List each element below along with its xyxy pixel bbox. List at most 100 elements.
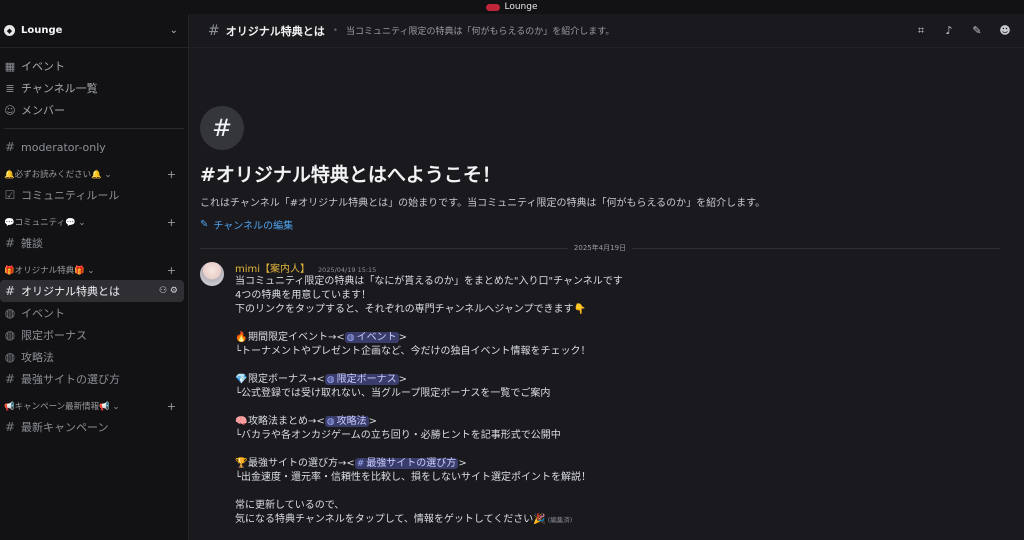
category-label: 💬コミュニティ💬 ⌄ <box>4 218 86 228</box>
channel-mention[interactable]: ◍ 攻略法 <box>324 416 369 427</box>
avatar[interactable] <box>200 262 224 286</box>
date-divider-label: 2025年4月19日 <box>567 243 633 253</box>
edit-channel-link[interactable]: ✎ チャンネルの編集 <box>200 217 1024 232</box>
nav-members-label: メンバー <box>21 104 65 117</box>
mention-label: イベント <box>356 332 397 343</box>
channel-chat[interactable]: # 雑談 <box>0 232 184 254</box>
forum-icon: ◍ <box>346 333 355 343</box>
members-icon: ☺ <box>4 103 16 117</box>
forum-icon: ◍ <box>326 375 335 385</box>
message-line: 気になる特典チャンネルをタップして、情報をゲットしてください🎉 (編集済) <box>235 513 1024 527</box>
add-channel-icon[interactable]: + <box>167 168 176 181</box>
channel-original-benefits-about[interactable]: # オリジナル特典とは ⚇ ⚙ <box>0 280 184 302</box>
channel-label: 限定ボーナス <box>21 329 87 342</box>
chat-main: # オリジナル特典とは • 当コミュニティ限定の特典は「何がもらえるのか」を紹介… <box>190 14 1024 540</box>
notification-muted-icon[interactable]: ♪ <box>942 24 956 38</box>
threads-icon[interactable]: ⌗ <box>914 24 928 38</box>
message-body: mimi【案内人】 2025/04/19 15:15 当コミュニティ限定の特典は… <box>235 260 1024 527</box>
app-logo-icon <box>486 3 501 11</box>
nav-members[interactable]: ☺ メンバー <box>0 99 188 121</box>
window-titlebar: Lounge <box>0 0 1024 14</box>
hash-icon: # <box>208 22 220 39</box>
section-close: > <box>368 416 378 427</box>
message-line: 常に更新しているので、 <box>235 500 345 511</box>
mention-label: 攻略法 <box>336 416 367 427</box>
channel-label: コミュニティルール <box>21 189 120 202</box>
section-title: 💎限定ボーナス→< ◍ 限定ボーナス > <box>235 373 1024 387</box>
channel-sidebar: ◆ Lounge ⌄ ▦ イベント ≣ チャンネル一覧 ☺ メンバー # mod… <box>0 14 189 540</box>
section-title-text: 攻略法まとめ→< <box>248 416 325 427</box>
section-title-text: 期間限定イベント→< <box>248 332 345 343</box>
add-channel-icon[interactable]: + <box>167 264 176 277</box>
section-close: > <box>398 332 408 343</box>
hash-icon: # <box>4 140 16 154</box>
category-label: 🔔必ずお読みください🔔 ⌄ <box>4 170 112 180</box>
channel-header: # オリジナル特典とは • 当コミュニティ限定の特典は「何がもらえるのか」を紹介… <box>190 14 1024 48</box>
channel-hash-avatar-icon: # <box>200 106 244 150</box>
server-name: Lounge <box>21 25 63 36</box>
header-toolbar: ⌗ ♪ ✎ ☻ <box>914 24 1012 38</box>
hash-icon: # <box>4 236 16 250</box>
channel-mention[interactable]: ◍ イベント <box>344 332 399 343</box>
section-detail: └トーナメントやプレゼント企画など、今だけの独自イベント情報をチェック！ <box>235 346 591 357</box>
edit-channel-label: チャンネルの編集 <box>213 221 294 232</box>
calendar-icon: ▦ <box>4 59 16 73</box>
invite-settings-icons[interactable]: ⚇ ⚙ <box>159 286 178 296</box>
channel-best-site[interactable]: # 最強サイトの選び方 <box>0 368 184 390</box>
forum-icon: ◍ <box>4 306 16 320</box>
pin-icon[interactable]: ✎ <box>970 24 984 38</box>
channel-mention[interactable]: ◍ 限定ボーナス <box>324 374 399 385</box>
section-title: 🧠攻略法まとめ→< ◍ 攻略法 > <box>235 415 1024 429</box>
channel-strategy[interactable]: ◍ 攻略法 <box>0 346 184 368</box>
trophy-emoji: 🏆 <box>235 458 248 469</box>
channel-moderator-only[interactable]: # moderator-only <box>0 136 184 158</box>
channel-community-rules[interactable]: ☑ コミュニティルール <box>0 184 184 206</box>
channel-list-icon: ≣ <box>5 81 15 95</box>
category-campaign[interactable]: 📢キャンペーン最新情報📢 ⌄ + <box>0 396 188 416</box>
sidebar-divider <box>4 128 184 129</box>
channel-events[interactable]: ◍ イベント <box>0 302 184 324</box>
message-line: 当コミュニティ限定の特典は「なにが貰えるのか」をまとめた"入り口"チャンネルです <box>235 276 623 287</box>
message[interactable]: mimi【案内人】 2025/04/19 15:15 当コミュニティ限定の特典は… <box>190 254 1024 527</box>
hash-icon: # <box>356 459 365 469</box>
channel-label: イベント <box>21 307 65 320</box>
pencil-icon: ✎ <box>200 219 209 230</box>
category-original-benefits[interactable]: 🎁オリジナル特典🎁 ⌄ + <box>0 260 188 280</box>
channel-limited-bonus[interactable]: ◍ 限定ボーナス <box>0 324 184 346</box>
category-community[interactable]: 💬コミュニティ💬 ⌄ + <box>0 212 188 232</box>
category-label: 📢キャンペーン最新情報📢 ⌄ <box>4 402 120 412</box>
member-list-icon[interactable]: ☻ <box>998 24 1012 38</box>
rules-icon: ☑ <box>4 188 16 202</box>
channel-label: moderator-only <box>21 140 106 154</box>
window-title: Lounge <box>504 2 538 12</box>
section-detail: └出金速度・還元率・信頼性を比較し、損をしないサイト選定ポイントを解説！ <box>235 472 592 483</box>
message-line: 4つの特典を用意しています！ <box>235 290 372 301</box>
section-title: 🔥期間限定イベント→< ◍ イベント > <box>235 331 1024 345</box>
server-header[interactable]: ◆ Lounge ⌄ <box>0 14 188 48</box>
channel-mention[interactable]: # 最強サイトの選び方 <box>354 458 459 469</box>
nav-channel-list[interactable]: ≣ チャンネル一覧 <box>0 77 188 99</box>
header-topic[interactable]: 当コミュニティ限定の特典は「何がもらえるのか」を紹介します。 <box>346 24 914 37</box>
nav-events-label: イベント <box>21 60 65 73</box>
category-rules[interactable]: 🔔必ずお読みください🔔 ⌄ + <box>0 164 188 184</box>
brain-emoji: 🧠 <box>235 416 248 427</box>
header-channel-name: オリジナル特典とは <box>225 24 325 38</box>
channel-label: オリジナル特典とは <box>21 285 120 298</box>
message-author[interactable]: mimi【案内人】 <box>235 260 310 275</box>
chevron-down-icon[interactable]: ⌄ <box>170 25 178 36</box>
hash-icon: # <box>4 372 16 386</box>
forum-icon: ◍ <box>4 350 16 364</box>
mention-label: 最強サイトの選び方 <box>366 458 457 469</box>
add-channel-icon[interactable]: + <box>167 400 176 413</box>
gem-emoji: 💎 <box>235 374 248 385</box>
nav-events[interactable]: ▦ イベント <box>0 55 188 77</box>
message-line-text: 気になる特典チャンネルをタップして、情報をゲットしてください🎉 <box>235 514 546 525</box>
message-line: 下のリンクをタップすると、それぞれの専門チャンネルへジャンプできます👇 <box>235 304 586 315</box>
channel-label: 最新キャンペーン <box>21 421 109 434</box>
channel-latest-campaign[interactable]: # 最新キャンペーン <box>0 416 184 438</box>
message-header: mimi【案内人】 2025/04/19 15:15 <box>235 260 1024 275</box>
add-channel-icon[interactable]: + <box>167 216 176 229</box>
